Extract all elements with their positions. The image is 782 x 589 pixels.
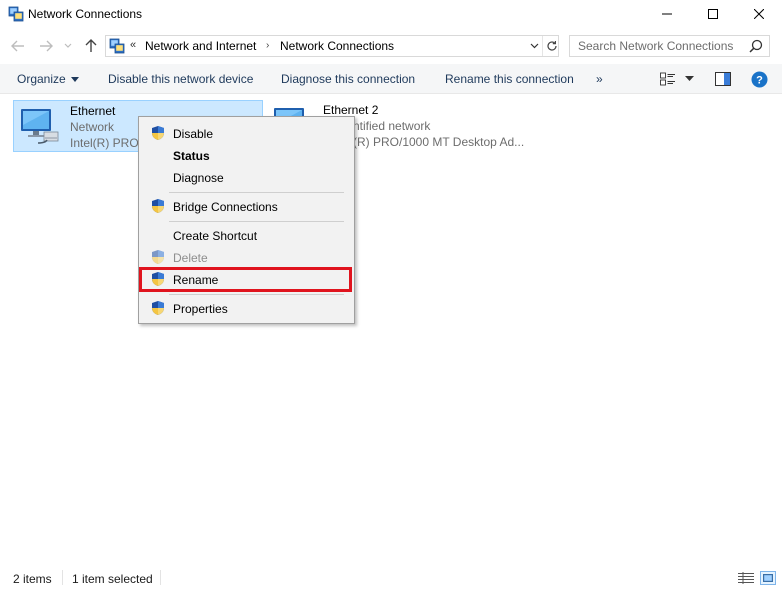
up-button[interactable] [82,37,100,55]
search-icon[interactable] [749,39,763,56]
command-bar: Organize Disable this network device Dia… [0,64,782,94]
status-separator [160,570,161,585]
address-history-chevron-down-icon[interactable] [526,37,542,55]
network-adapter-icon [18,105,62,149]
close-button[interactable] [736,0,782,28]
recent-locations-chevron-down-icon[interactable] [62,37,74,55]
breadcrumb-network-and-internet[interactable]: Network and Internet [145,39,256,53]
context-menu: Disable Status Diagnose Bridge Connectio… [138,116,355,324]
organize-menu-button[interactable]: Organize [17,72,79,86]
menu-item-properties[interactable]: Properties [141,297,352,319]
network-connections-icon [109,38,125,54]
back-button[interactable] [9,37,27,55]
connection-name: Ethernet 2 [323,103,379,117]
more-commands-button[interactable]: » [596,72,603,86]
uac-shield-icon [150,249,166,265]
refresh-icon[interactable] [542,36,560,56]
uac-shield-icon [150,300,166,316]
connection-status: ntified network [353,119,431,133]
menu-item-bridge-connections[interactable]: Bridge Connections [141,195,352,217]
menu-item-delete[interactable]: Delete [141,246,352,268]
menu-item-label: Status [173,149,210,163]
menu-item-status[interactable]: Status [141,144,352,166]
diagnose-connection-button[interactable]: Diagnose this connection [281,72,415,86]
organize-label: Organize [17,72,66,86]
selection-count: 1 item selected [72,572,153,586]
details-view-icon[interactable] [738,571,754,585]
rename-connection-button[interactable]: Rename this connection [445,72,574,86]
breadcrumb-network-connections[interactable]: Network Connections [280,39,394,53]
maximize-button[interactable] [690,0,736,28]
menu-separator [169,192,344,193]
search-input[interactable] [570,36,746,56]
menu-item-label: Diagnose [173,171,224,185]
status-separator [62,570,63,585]
menu-item-disable[interactable]: Disable [141,122,352,144]
window-title: Network Connections [28,7,143,21]
status-bar: 2 items 1 item selected [0,566,782,589]
forward-button[interactable] [37,37,55,55]
breadcrumb-separator-icon[interactable]: › [266,40,269,51]
help-icon[interactable]: ? [751,70,768,88]
connection-name: Ethernet [70,104,116,118]
preview-pane-icon[interactable] [715,70,731,88]
caret-down-icon [70,77,79,83]
item-count: 2 items [13,572,52,586]
menu-item-label: Create Shortcut [173,229,258,243]
search-box[interactable] [569,35,770,57]
minimize-button[interactable] [644,0,690,28]
network-connections-icon [8,6,24,22]
menu-item-label: Delete [173,251,208,265]
menu-item-create-shortcut[interactable]: Create Shortcut [141,224,352,246]
connection-adapter: Intel(R) PRO/ [70,136,143,150]
menu-item-label: Properties [173,302,228,316]
menu-item-label: Bridge Connections [173,200,278,214]
address-bar[interactable]: « Network and Internet › Network Connect… [105,35,559,57]
menu-item-diagnose[interactable]: Diagnose [141,166,352,188]
breadcrumb-overflow[interactable]: « [130,39,136,51]
menu-separator [169,221,344,222]
rename-highlight-box [139,267,352,292]
menu-item-label: Disable [173,127,214,141]
menu-separator [169,294,344,295]
svg-text:?: ? [756,74,763,86]
disable-device-button[interactable]: Disable this network device [108,72,253,86]
connections-list[interactable]: Ethernet Network Intel(R) PRO/ Ethernet … [0,95,782,562]
change-view-icon[interactable] [660,70,676,88]
connection-adapter: (R) PRO/1000 MT Desktop Ad... [353,135,525,149]
address-row: « Network and Internet › Network Connect… [0,30,782,62]
view-options-caret-down-icon[interactable] [685,70,694,88]
title-bar: Network Connections [0,0,782,28]
connection-status: Network [70,120,115,134]
large-icons-view-icon[interactable] [760,571,776,585]
uac-shield-icon [150,198,166,214]
uac-shield-icon [150,125,166,141]
